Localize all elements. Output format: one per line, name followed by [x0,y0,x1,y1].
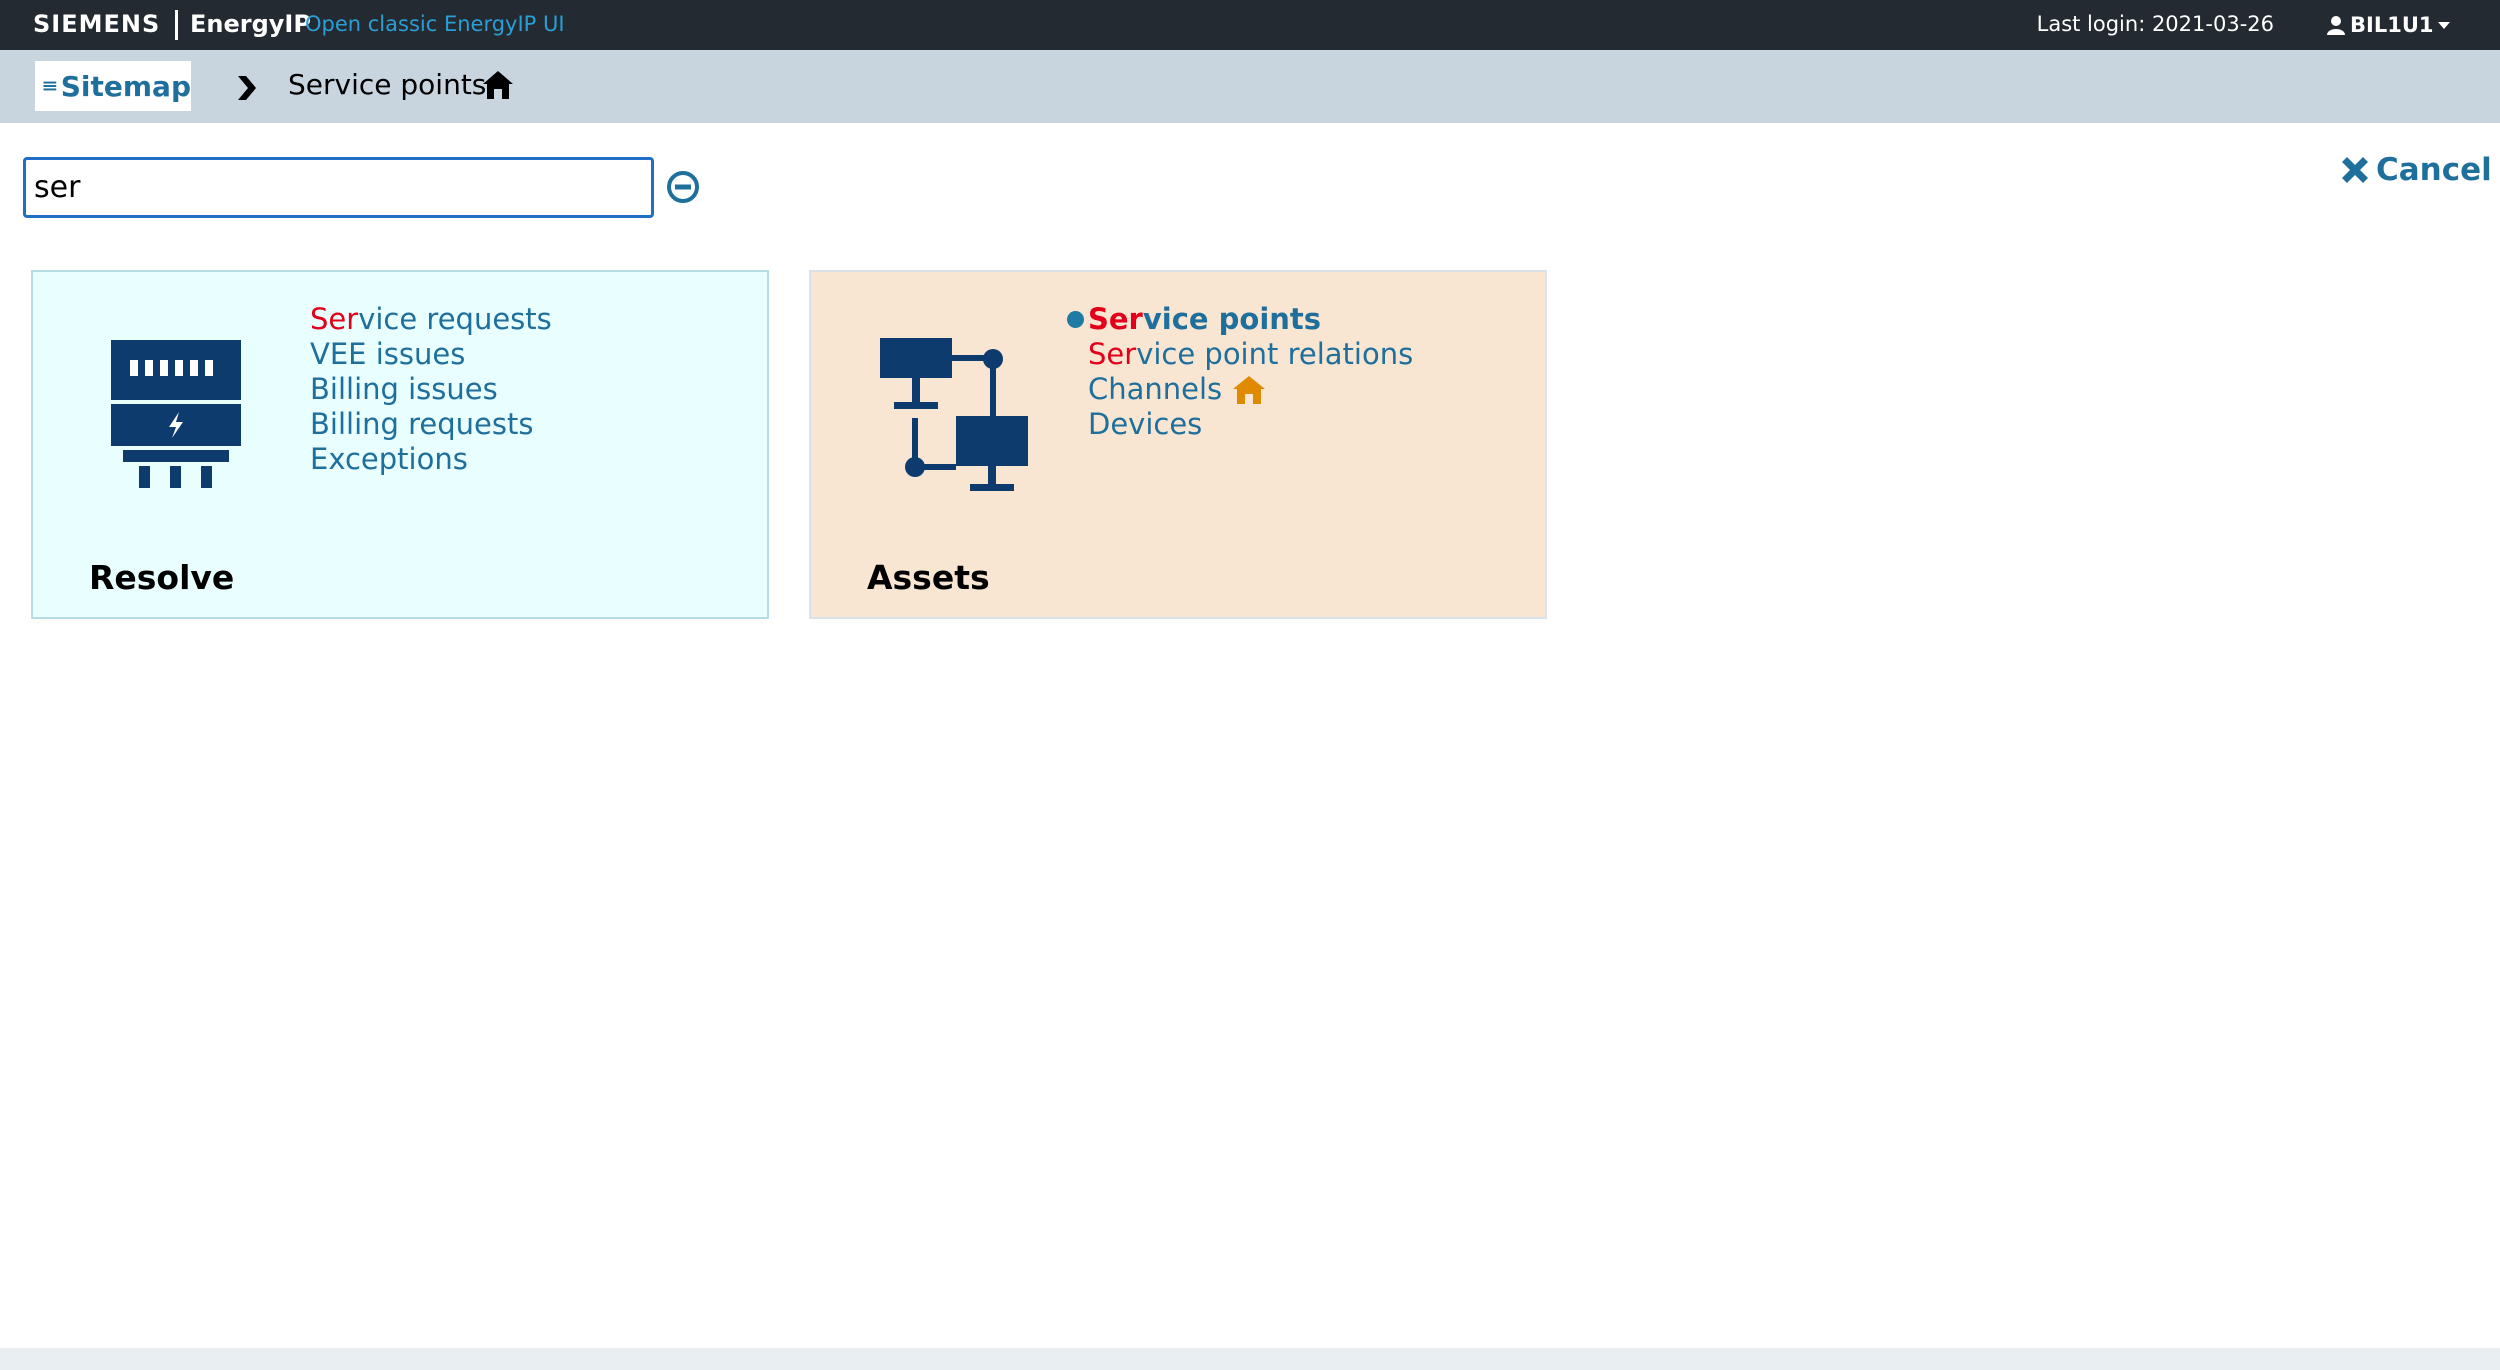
network-icon [880,338,1028,491]
user-name: BIL1U1 [2350,13,2434,37]
resolve-link-list: Ser vice requests VEE issues Billing issu… [310,302,552,477]
close-icon [2342,157,2368,183]
sitemap-button[interactable]: Sitemap [35,61,191,111]
link-billing-requests[interactable]: Billing requests [310,407,552,442]
clear-search-icon[interactable] [666,170,700,204]
resolve-card-title: Resolve [89,558,235,597]
chevron-right-icon [238,76,256,100]
footer-strip [0,1348,2500,1370]
sitemap-label: Sitemap [60,69,191,103]
last-login-text: Last login: 2021-03-26 [2036,12,2274,36]
link-service-point-relations[interactable]: Ser vice point relations [1088,337,1413,372]
user-icon [2327,16,2345,35]
resolve-card: Ser vice requests VEE issues Billing issu… [31,270,769,619]
open-classic-ui-link[interactable]: Open classic EnergyIP UI [305,12,565,36]
link-service-points[interactable]: Ser vice points [1067,302,1413,337]
cancel-label: Cancel [2376,152,2492,188]
home-icon[interactable] [482,70,514,100]
home-icon [1233,375,1266,404]
assets-card: Ser vice points Ser vice point relations C… [809,270,1547,619]
brand-divider [175,10,178,40]
link-service-requests[interactable]: Ser vice requests [310,302,552,337]
user-menu[interactable]: BIL1U1 [2326,10,2451,40]
link-channels[interactable]: Channels [1088,372,1413,407]
link-billing-issues[interactable]: Billing issues [310,372,552,407]
caret-down-icon [2438,22,2451,29]
meter-icon [111,340,241,488]
cancel-button[interactable]: Cancel [2338,152,2492,188]
assets-link-list: Ser vice points Ser vice point relations C… [1067,302,1413,442]
link-vee-issues[interactable]: VEE issues [310,337,552,372]
search-input[interactable] [23,157,654,218]
top-bar: SIEMENS EnergyIP Open classic EnergyIP U… [0,0,2500,50]
brand-logo: SIEMENS [33,10,161,38]
link-devices[interactable]: Devices [1088,407,1413,442]
assets-card-title: Assets [867,558,990,597]
breadcrumb: Sitemap Service points [0,50,2500,123]
product-name: EnergyIP [190,10,311,38]
link-exceptions[interactable]: Exceptions [310,442,552,477]
page-title: Service points [288,68,487,101]
active-indicator [1067,311,1084,328]
hamburger-icon [43,81,57,91]
